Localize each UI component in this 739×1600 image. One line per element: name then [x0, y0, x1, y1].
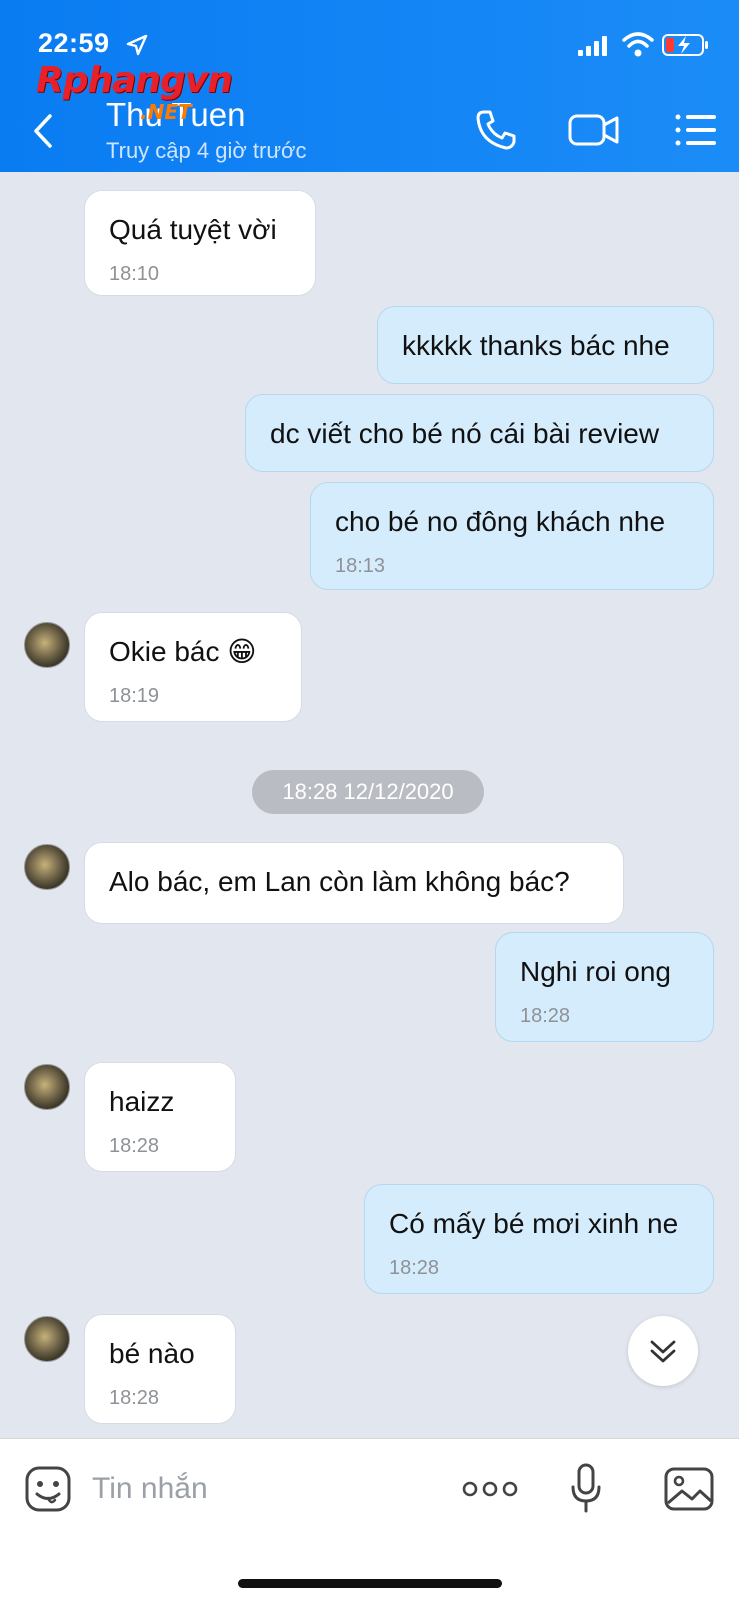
message-text: Alo bác, em Lan còn làm không bác?	[109, 866, 570, 897]
message-text: bé nào	[109, 1338, 195, 1369]
message-bubble-outgoing[interactable]: kkkkk thanks bác nhe	[377, 306, 714, 384]
message-text: haizz	[109, 1086, 175, 1117]
contact-avatar[interactable]	[24, 844, 70, 890]
message-text: cho bé no đông khách nhe	[335, 506, 666, 537]
message-time: 18:28	[520, 1005, 571, 1027]
message-bubble-outgoing[interactable]: cho bé no đông khách nhe 18:13	[310, 482, 714, 590]
photo-gallery-icon[interactable]	[664, 1467, 714, 1511]
message-time: 18:10	[109, 263, 160, 285]
message-bubble-incoming[interactable]: Okie bác 😁 18:19	[84, 612, 302, 722]
battery-charging-icon	[662, 34, 708, 56]
message-bubble-incoming[interactable]: haizz 18:28	[84, 1062, 236, 1172]
microphone-icon[interactable]	[570, 1463, 602, 1515]
message-time: 18:28	[389, 1257, 440, 1279]
location-arrow-icon	[126, 34, 148, 56]
more-options-icon[interactable]	[462, 1479, 518, 1499]
contact-avatar[interactable]	[24, 622, 70, 668]
message-input[interactable]	[92, 1465, 432, 1513]
message-text: Nghi roi ong	[520, 956, 671, 987]
message-text: Có mấy bé mơi xinh ne	[389, 1208, 679, 1239]
contact-last-seen: Truy cập 4 giờ trước	[106, 138, 307, 163]
message-time: 18:19	[109, 685, 160, 707]
message-time: 18:28	[109, 1135, 160, 1157]
watermark-logo: Rphangvn	[36, 60, 233, 101]
signal-icon	[578, 36, 607, 56]
message-time: 18:28	[109, 1387, 160, 1409]
message-time: 18:13	[335, 555, 386, 577]
message-text: dc viết cho bé nó cái bài review	[270, 418, 660, 449]
phone-call-icon[interactable]	[474, 108, 518, 152]
message-bubble-incoming[interactable]: Alo bác, em Lan còn làm không bác?	[84, 842, 624, 924]
status-time: 22:59	[38, 28, 110, 58]
sticker-emoji-icon[interactable]	[24, 1465, 72, 1513]
message-text: kkkkk thanks bác nhe	[402, 330, 670, 361]
message-bubble-outgoing[interactable]: dc viết cho bé nó cái bài review	[245, 394, 714, 472]
chat-header: 22:59 Rphangvn .NET Thu Tuen Truy cập 4 …	[0, 0, 739, 172]
message-text: Okie bác 😁	[109, 636, 257, 667]
contact-avatar[interactable]	[24, 1316, 70, 1362]
message-bubble-outgoing[interactable]: Có mấy bé mơi xinh ne 18:28	[364, 1184, 714, 1294]
back-chevron-icon[interactable]	[28, 112, 58, 150]
message-composer	[0, 1438, 739, 1600]
watermark-suffix: .NET	[140, 100, 192, 124]
date-separator: 18:28 12/12/2020	[252, 770, 484, 814]
message-bubble-incoming[interactable]: Quá tuyệt vời 18:10	[84, 190, 316, 296]
wifi-icon	[622, 32, 654, 57]
scroll-to-bottom-button[interactable]	[628, 1316, 698, 1386]
double-chevron-down-icon	[650, 1340, 676, 1363]
contact-avatar[interactable]	[24, 1064, 70, 1110]
menu-list-icon[interactable]	[674, 112, 718, 148]
message-text: Quá tuyệt vời	[109, 214, 277, 245]
video-call-icon[interactable]	[568, 112, 620, 148]
message-bubble-outgoing[interactable]: Nghi roi ong 18:28	[495, 932, 714, 1042]
chat-message-list[interactable]: Quá tuyệt vời 18:10 kkkkk thanks bác nhe…	[0, 172, 739, 1438]
home-indicator	[238, 1579, 502, 1588]
message-bubble-incoming[interactable]: bé nào 18:28	[84, 1314, 236, 1424]
